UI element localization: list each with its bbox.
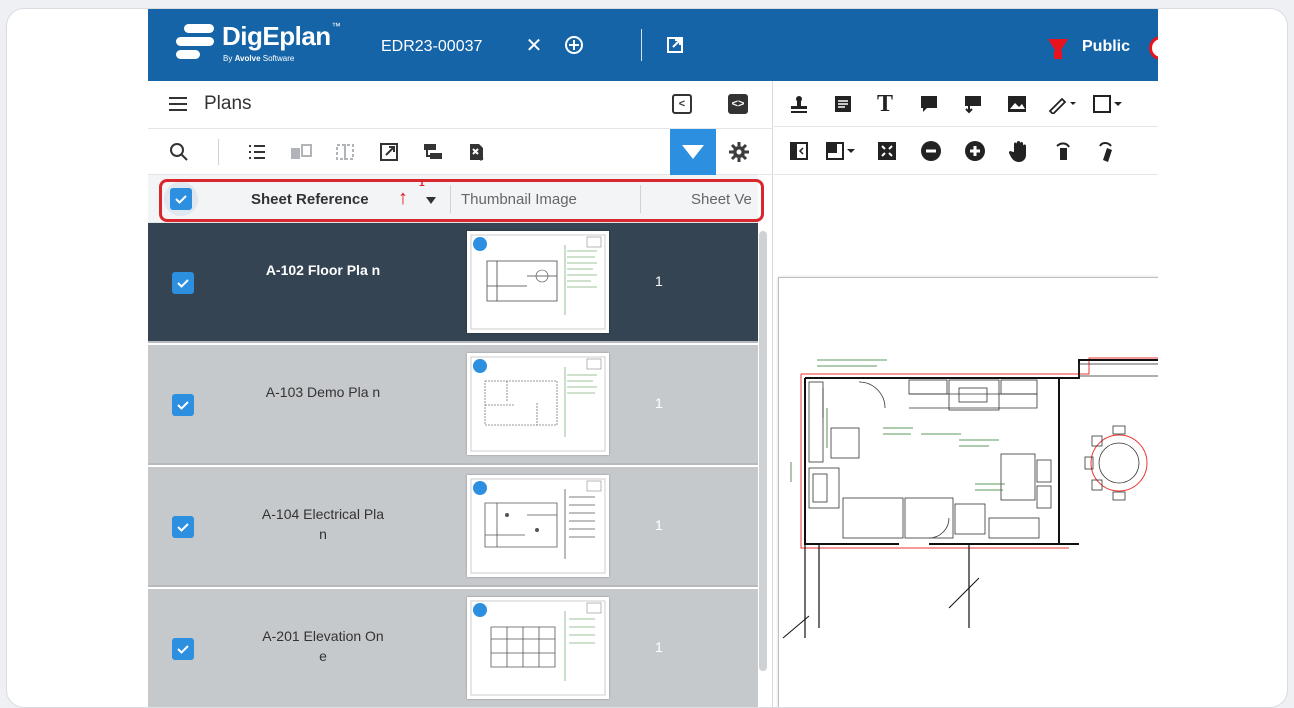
top-header: DigEplan™ By Avolve Software EDR23-00037… [148,9,1158,81]
sheet-thumbnail[interactable] [467,231,609,333]
zoom-in-icon[interactable] [962,138,988,164]
zoom-out-icon[interactable] [918,138,944,164]
image-icon[interactable] [1004,91,1030,117]
document-id: EDR23-00037 [381,38,483,55]
split-view-icon[interactable] [332,139,358,165]
stamp-icon[interactable] [786,91,812,117]
note-icon[interactable] [830,91,856,117]
screenshot-frame: DigEplan™ By Avolve Software EDR23-00037… [6,8,1288,708]
plans-panel: Plans < <> Sheet Reference ↑ 1 Thumbnail… [148,81,773,707]
callout-icon[interactable] [960,91,986,117]
filter-icon [682,145,704,159]
pen-tool-icon[interactable] [1048,91,1082,117]
expand-panel-button[interactable]: <> [728,94,748,114]
public-label[interactable]: Public [1082,38,1130,56]
layers-icon[interactable] [826,138,860,164]
digeplan-app: DigEplan™ By Avolve Software EDR23-00037… [148,9,1158,707]
comment-icon[interactable] [916,91,942,117]
search-icon[interactable] [166,139,192,165]
check-icon [177,645,189,654]
text-tool-icon[interactable]: T [872,91,898,117]
plan-viewer: T [774,81,1158,707]
sheet-version: 1 [655,395,663,411]
check-icon [177,401,189,410]
compare-sheets-icon[interactable] [288,139,314,165]
table-row[interactable]: A-102 Floor Pla n 1 [148,223,758,343]
public-filter-stem [1054,51,1062,59]
fit-to-screen-icon[interactable] [874,138,900,164]
sheet-name: A-102 Floor Pla n [265,262,381,278]
panel-left-icon[interactable] [786,138,812,164]
sheet-group-icon[interactable] [420,139,446,165]
collapse-left-button[interactable]: < [672,94,692,114]
floor-plan-drawing [782,357,1158,639]
status-dot [473,603,487,617]
add-circle-icon[interactable] [560,31,588,59]
export-sheet-icon[interactable] [464,139,490,165]
sheet-version: 1 [655,273,663,289]
filter-button[interactable] [670,129,716,175]
sheet-thumbnail[interactable] [467,353,609,455]
logo-subtitle: By Avolve Software [223,54,295,63]
logo-title: DigEplan™ [222,21,341,51]
view-toolbar [774,127,1158,175]
header-highlight-annotation [159,179,764,222]
rotate-left-icon[interactable] [1050,138,1076,164]
plans-title: Plans [204,93,252,114]
sheet-list: A-102 Floor Pla n 1 A-103 Demo Pla n 1 A… [148,223,758,707]
status-dot [473,237,487,251]
toolbar-divider [218,139,219,165]
sheet-name: A-104 Electrical Plan [261,506,385,542]
floor-plan-sheet[interactable] [778,277,1158,707]
sheet-thumbnail[interactable] [467,597,609,699]
user-avatar[interactable] [1149,36,1158,60]
check-icon [177,523,189,532]
logo-mark-icon [176,24,214,64]
table-row[interactable]: A-201 Elevation One 1 [148,589,758,707]
sheet-version: 1 [655,639,663,655]
open-sheet-icon[interactable] [376,139,402,165]
digeplan-logo[interactable]: DigEplan™ By Avolve Software [176,21,356,71]
table-row[interactable]: A-103 Demo Pla n 1 [148,345,758,465]
row-checkbox[interactable] [172,638,194,660]
pan-hand-icon[interactable] [1006,138,1032,164]
status-dot [473,481,487,495]
header-divider [641,29,642,61]
sheet-name: A-201 Elevation One [262,628,384,664]
close-icon[interactable]: ✕ [520,31,548,59]
row-checkbox[interactable] [172,394,194,416]
row-checkbox[interactable] [172,272,194,294]
table-row[interactable]: A-104 Electrical Plan 1 [148,467,758,587]
sheet-name: A-103 Demo Pla n [265,384,381,400]
rotate-right-icon[interactable] [1092,138,1118,164]
sheet-thumbnail[interactable] [467,475,609,577]
open-external-icon[interactable] [661,31,689,59]
row-checkbox[interactable] [172,516,194,538]
hamburger-menu-icon[interactable] [169,97,187,111]
list-scrollbar[interactable] [759,231,767,671]
check-icon [177,279,189,288]
gear-icon[interactable] [726,139,752,165]
markup-toolbar: T [774,81,1158,127]
plan-canvas[interactable] [774,175,1158,707]
shape-tool-icon[interactable] [1092,91,1128,117]
plans-title-bar: Plans < <> [148,81,773,129]
sheet-version: 1 [655,517,663,533]
status-dot [473,359,487,373]
list-view-icon[interactable] [244,139,270,165]
